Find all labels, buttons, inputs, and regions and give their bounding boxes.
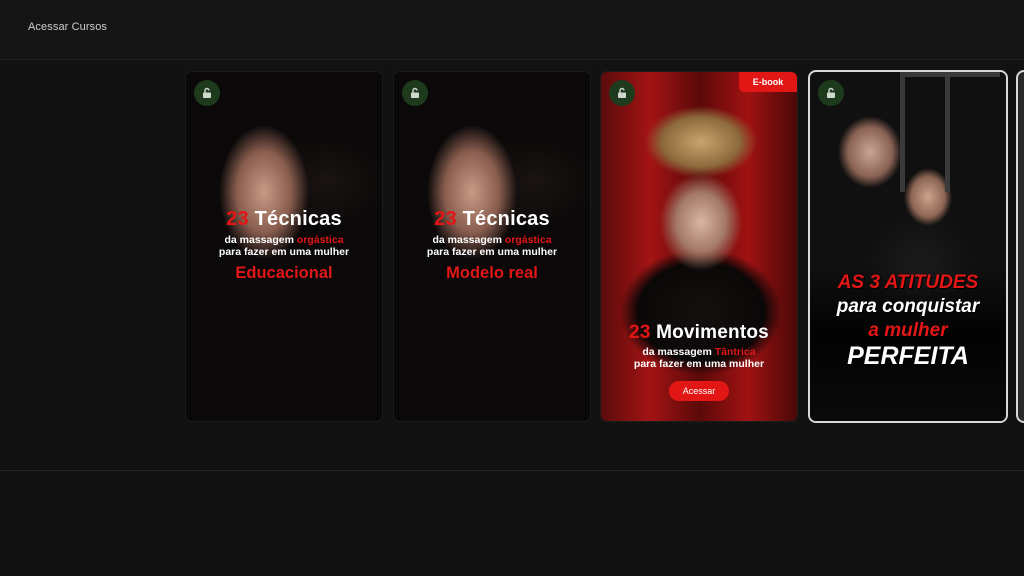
course-card-educacional[interactable]: 23 Técnicas da massagem orgástica para f…	[186, 72, 382, 421]
course-card-partial[interactable]	[1018, 72, 1024, 421]
access-button[interactable]: Acessar	[669, 381, 729, 401]
course-card-3-atitudes[interactable]: AS 3 ATITUDES para conquistar a mulher P…	[810, 72, 1006, 421]
course-tag: Educacional	[235, 264, 333, 282]
course-subtitle: a mulher	[868, 320, 948, 341]
top-bar: Acessar Cursos	[0, 0, 1024, 60]
course-subtitle: da massagem Tântrica para fazer em uma m…	[633, 346, 765, 370]
page-title: Acessar Cursos	[28, 21, 108, 33]
course-headline: 23 Movimentos	[629, 322, 769, 343]
course-tag: Modelo real	[446, 264, 538, 282]
unlock-icon	[818, 80, 844, 106]
course-subtitle: da massagem orgástica para fazer em uma …	[218, 234, 350, 258]
course-card-tantrica[interactable]: E-book 23 Movimentos da massagem Tântric…	[601, 72, 797, 421]
course-subtitle: da massagem orgástica para fazer em uma …	[426, 234, 558, 258]
course-headline: PERFEITA	[847, 342, 969, 370]
window-frame-decoration	[900, 72, 1000, 192]
course-headline: 23 Técnicas	[226, 208, 342, 230]
unlock-icon	[194, 80, 220, 106]
course-headline: AS 3 ATITUDES	[837, 272, 979, 293]
course-headline: 23 Técnicas	[434, 208, 550, 230]
unlock-icon	[609, 80, 635, 106]
divider	[0, 470, 1024, 471]
course-card-modelo-real[interactable]: 23 Técnicas da massagem orgástica para f…	[394, 72, 590, 421]
ebook-badge: E-book	[739, 72, 797, 92]
unlock-icon	[402, 80, 428, 106]
course-subtitle: para conquistar	[836, 296, 980, 317]
